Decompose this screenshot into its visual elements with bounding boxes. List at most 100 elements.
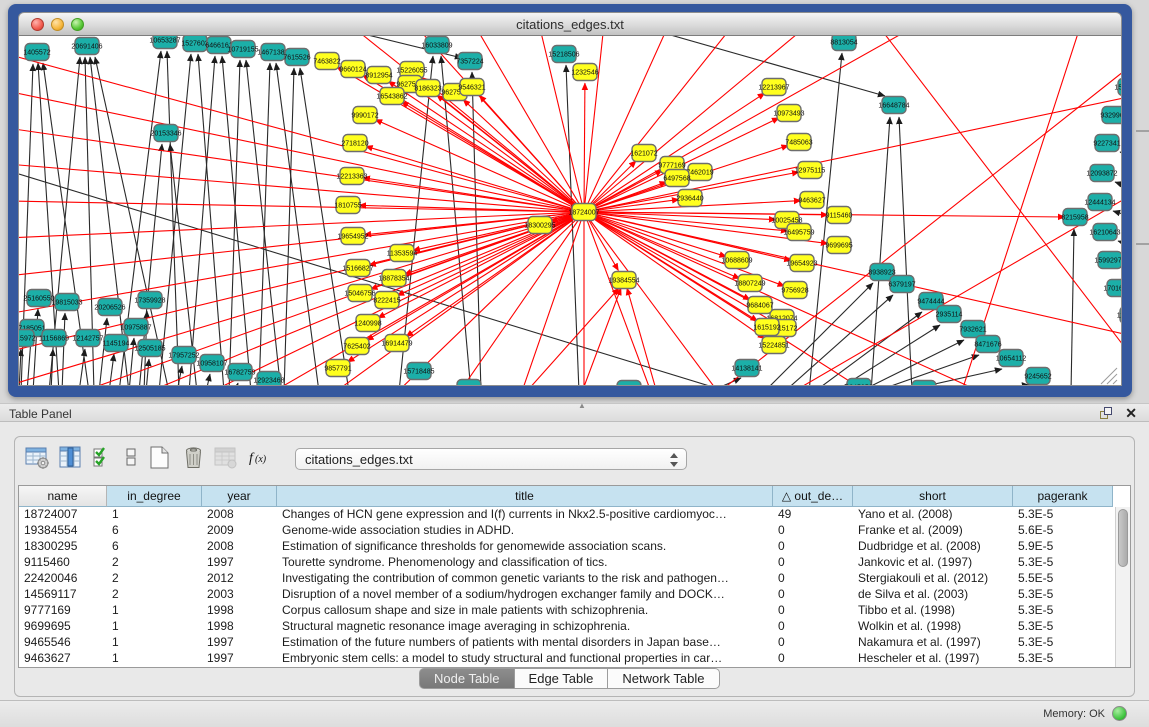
select-rows-checklist-button[interactable] (89, 445, 117, 473)
graph-node-selected[interactable]: 9546321 (458, 79, 485, 96)
graph-node-selected[interactable]: 9857791 (324, 360, 351, 377)
graph-node-unselected[interactable]: 15992971 (1094, 252, 1121, 269)
network-canvas[interactable]: 1405572206914061065328715276026466161107… (18, 36, 1122, 386)
graph-node-unselected[interactable]: 9115466 (616, 381, 643, 387)
column-header-short[interactable]: short (853, 486, 1013, 507)
memory-ok-indicator[interactable] (1112, 706, 1127, 721)
graph-node-selected[interactable]: 9660124 (339, 61, 366, 78)
vertical-scrollbar[interactable] (1115, 507, 1130, 667)
graph-node-unselected[interactable]: 12142757 (72, 330, 103, 347)
graph-node-unselected[interactable]: 19815033 (51, 294, 82, 311)
column-header-year[interactable]: year (202, 486, 277, 507)
graph-node-unselected[interactable]: 10719155 (227, 41, 258, 58)
graph-node-selected[interactable]: 18878354 (378, 270, 409, 287)
graph-node-unselected[interactable]: 6379197 (888, 276, 915, 293)
import-table-disabled-button[interactable] (211, 445, 239, 473)
table-row[interactable]: 2242004622012Investigating the contribut… (19, 571, 1116, 587)
graph-node-unselected[interactable]: 14138141 (731, 360, 762, 377)
graph-node-unselected[interactable]: 9227341 (1093, 135, 1120, 152)
graph-node-unselected[interactable]: 8813054 (830, 36, 857, 51)
graph-node-selected[interactable]: 9684067 (746, 297, 773, 314)
table-row[interactable]: 946362711997Embryonic stem cells: a mode… (19, 651, 1116, 667)
graph-node-selected[interactable]: 2936440 (676, 190, 703, 207)
new-document-button[interactable] (145, 445, 173, 473)
graph-node-unselected[interactable]: 16648784 (878, 97, 909, 114)
tab-network-table[interactable]: Network Table (608, 668, 719, 689)
graph-node-selected[interactable]: 19384554 (608, 272, 639, 289)
graph-node-unselected[interactable]: 12923468 (253, 372, 284, 387)
graph-node-unselected[interactable]: 17016504 (1103, 280, 1121, 297)
network-window-titlebar[interactable]: citations_edges.txt (18, 12, 1122, 36)
graph-node-selected[interactable]: 8186323 (414, 80, 441, 97)
graph-node-unselected[interactable]: 2935114 (936, 306, 963, 323)
graph-node-selected[interactable]: 15224851 (758, 337, 789, 354)
graph-node-unselected[interactable]: 12444134 (1084, 194, 1115, 211)
graph-node-selected[interactable]: 12975115 (795, 162, 826, 179)
table-row[interactable]: 1830029562008Estimation of significance … (19, 539, 1116, 555)
graph-node-selected[interactable]: 9463627 (798, 192, 825, 209)
graph-node-unselected[interactable]: 16210643 (1089, 224, 1120, 241)
stacked-squares-button[interactable] (117, 445, 145, 473)
graph-node-unselected[interactable]: 10958107 (196, 355, 227, 372)
tab-node-table[interactable]: Node Table (419, 668, 515, 689)
graph-node-unselected[interactable]: 15718485 (403, 363, 434, 380)
graph-node-selected[interactable]: 9756928 (781, 282, 808, 299)
table-panel-titlebar[interactable]: ▲ Table Panel ✕ (0, 403, 1149, 422)
graph-node-unselected[interactable]: 8215958 (1061, 209, 1088, 226)
graph-node-selected[interactable]: 8222415 (373, 292, 400, 309)
graph-node-selected[interactable]: 1240998 (354, 315, 381, 332)
scrollbar-thumb[interactable] (1118, 509, 1128, 567)
graph-node-selected[interactable]: 19654952 (337, 228, 368, 245)
graph-node-unselected[interactable]: 10653287 (149, 36, 180, 49)
table-mode-button[interactable] (23, 445, 51, 473)
graph-node-selected[interactable]: 12213967 (758, 79, 789, 96)
table-row[interactable]: 946554611997Estimation of the future num… (19, 635, 1116, 651)
delete-trash-button[interactable] (179, 445, 207, 473)
function-builder-button[interactable]: f(x) (247, 445, 275, 473)
graph-node-unselected[interactable]: 9245052 (845, 379, 872, 387)
resize-grip-icon[interactable] (1113, 380, 1117, 384)
graph-node-unselected[interactable]: 8471670 (910, 381, 937, 387)
column-header-out_de[interactable]: △ out_de… (773, 486, 853, 507)
show-column-button[interactable] (56, 445, 84, 473)
graph-node-unselected[interactable]: 7357224 (456, 53, 483, 70)
graph-node-selected[interactable]: 8912954 (365, 67, 392, 84)
float-panel-icon[interactable] (1100, 407, 1113, 420)
graph-node-unselected[interactable]: 3915972 (19, 330, 36, 347)
graph-node-selected[interactable]: 12213363 (336, 168, 367, 185)
graph-node-selected[interactable]: 10688609 (721, 252, 752, 269)
close-panel-icon[interactable]: ✕ (1125, 405, 1137, 422)
graph-node-unselected[interactable]: 10975887 (120, 319, 151, 336)
graph-node-selected[interactable]: 10973493 (773, 105, 804, 122)
graph-node-selected[interactable]: 9699695 (825, 237, 852, 254)
graph-node-selected[interactable]: 18724007 (568, 204, 599, 221)
graph-node-unselected[interactable]: 1405572 (23, 44, 50, 61)
graph-node-unselected[interactable]: 9329966 (1100, 107, 1121, 124)
graph-node-selected[interactable]: 19654923 (786, 255, 817, 272)
table-row[interactable]: 1456911722003Disruption of a novel membe… (19, 587, 1116, 603)
graph-node-unselected[interactable]: 7615526 (283, 49, 310, 66)
graph-node-unselected[interactable]: 20206526 (94, 299, 125, 316)
graph-node-unselected[interactable]: 8471676 (974, 336, 1001, 353)
graph-node-selected[interactable]: 11353594 (387, 245, 418, 262)
graph-node-selected[interactable]: 7485063 (785, 134, 812, 151)
column-header-title[interactable]: title (277, 486, 773, 507)
graph-node-selected[interactable]: 7625402 (343, 338, 370, 355)
graph-node-selected[interactable]: 16495759 (783, 224, 814, 241)
column-header-in_degree[interactable]: in_degree (107, 486, 202, 507)
graph-node-selected[interactable]: 9990172 (351, 107, 378, 124)
table-row[interactable]: 1872400712008Changes of HCN gene express… (19, 507, 1116, 523)
graph-node-unselected[interactable]: 16782759 (224, 364, 255, 381)
graph-node-selected[interactable]: 16543862 (376, 88, 407, 105)
graph-node-unselected[interactable]: 17957252 (168, 347, 199, 364)
graph-node-selected[interactable]: 18300295 (524, 217, 555, 234)
graph-node-unselected[interactable]: 25160550 (23, 290, 54, 307)
graph-node-unselected[interactable]: 12093872 (1086, 165, 1117, 182)
table-select-dropdown[interactable]: citations_edges.txt (295, 448, 687, 470)
graph-node-unselected[interactable]: 17359928 (134, 292, 165, 309)
graph-node-unselected[interactable]: 11675334 (1117, 307, 1121, 324)
graph-node-selected[interactable]: 16914479 (381, 335, 412, 352)
table-row[interactable]: 969969511998Structural magnetic resonanc… (19, 619, 1116, 635)
graph-node-selected[interactable]: 7463822 (313, 53, 340, 70)
splitter-handle-icon[interactable]: ▲ (578, 401, 586, 410)
